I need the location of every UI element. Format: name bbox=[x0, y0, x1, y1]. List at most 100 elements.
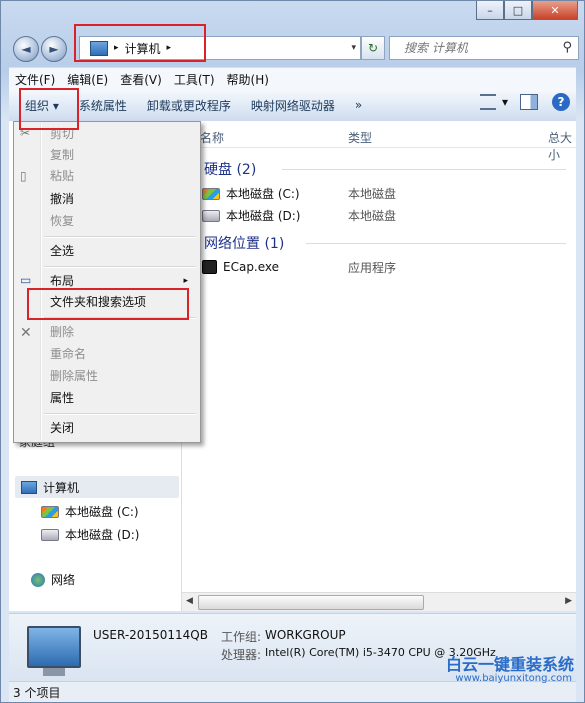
list-item[interactable]: 本地磁盘 (C:) 本地磁盘 bbox=[202, 185, 396, 202]
item-name: ECap.exe bbox=[223, 260, 280, 274]
maximize-button[interactable]: □ bbox=[504, 1, 532, 20]
minimize-button[interactable]: – bbox=[476, 1, 504, 20]
organize-dropdown-menu: ✂ 剪切 复制 ▯ 粘贴 撤消 恢复 全选 ▭ 布局 ▸ 文件夹和搜索选项 ✕ … bbox=[13, 121, 201, 443]
column-total-size[interactable]: 总大小 bbox=[548, 129, 576, 163]
item-name: 本地磁盘 (D:) bbox=[226, 209, 301, 223]
system-properties-button[interactable]: 系统属性 bbox=[69, 93, 137, 117]
menu-item-copy[interactable]: 复制 bbox=[50, 145, 74, 165]
breadcrumb-separator-icon[interactable]: ▸ bbox=[114, 43, 119, 53]
item-type: 本地磁盘 bbox=[348, 187, 397, 201]
nav-drive-d[interactable]: 本地磁盘 (D:) bbox=[41, 526, 139, 543]
address-bar[interactable]: ▸ 计算机 ▸ ▾ bbox=[79, 36, 361, 60]
menu-item-rename[interactable]: 重命名 bbox=[50, 344, 86, 364]
item-type: 本地磁盘 bbox=[348, 209, 397, 223]
nav-network[interactable]: 网络 bbox=[31, 571, 75, 588]
group-header-network[interactable]: 网络位置 (1) bbox=[204, 233, 284, 253]
nav-drive-d-label: 本地磁盘 (D:) bbox=[65, 528, 140, 542]
list-item[interactable]: ECap.exe 应用程序 bbox=[202, 260, 396, 275]
view-icon[interactable] bbox=[479, 94, 496, 110]
map-network-drive-button[interactable]: 映射网络驱动器 bbox=[241, 93, 345, 117]
refresh-button[interactable]: ↻ bbox=[361, 36, 385, 60]
workgroup-label: 工作组: bbox=[221, 630, 262, 644]
drive-icon bbox=[41, 528, 59, 541]
menu-item-undo[interactable]: 撤消 bbox=[50, 189, 74, 209]
nav-computer-label: 计算机 bbox=[43, 480, 80, 495]
menu-item-close[interactable]: 关闭 bbox=[50, 418, 74, 438]
menu-bar: 文件(F) 编辑(E) 查看(V) 工具(T) 帮助(H) bbox=[9, 67, 576, 90]
search-input[interactable] bbox=[402, 40, 566, 56]
back-arrow-icon: ◄ bbox=[21, 42, 31, 56]
scrollbar-thumb[interactable] bbox=[198, 595, 424, 610]
menu-separator bbox=[44, 413, 196, 415]
menu-item-properties[interactable]: 属性 bbox=[50, 388, 74, 408]
menu-item-cut[interactable]: 剪切 bbox=[50, 124, 74, 144]
breadcrumb-separator-icon[interactable]: ▸ bbox=[167, 43, 172, 53]
menu-file[interactable]: 文件(F) bbox=[9, 71, 61, 88]
computer-icon bbox=[21, 480, 37, 494]
group-divider bbox=[306, 243, 566, 244]
organize-button[interactable]: 组织 ▾ bbox=[15, 93, 69, 117]
item-name: 本地磁盘 (C:) bbox=[226, 187, 300, 201]
drive-icon bbox=[202, 209, 220, 222]
forward-button[interactable]: ► bbox=[41, 36, 67, 62]
column-header: 名称 类型 总大小 bbox=[182, 125, 576, 162]
menu-item-select-all[interactable]: 全选 bbox=[50, 241, 74, 261]
submenu-arrow-icon: ▸ bbox=[183, 276, 188, 286]
computer-large-icon bbox=[27, 626, 81, 676]
column-name[interactable]: 名称 bbox=[200, 129, 224, 146]
group-divider bbox=[282, 169, 566, 170]
watermark-logo: 白云一键重装系统 bbox=[445, 655, 574, 674]
paste-icon: ▯ bbox=[20, 169, 27, 183]
close-button[interactable]: ✕ bbox=[532, 1, 578, 20]
status-bar: 3 个项目 bbox=[9, 681, 576, 702]
menu-help[interactable]: 帮助(H) bbox=[221, 71, 275, 88]
file-list: 名称 类型 总大小 硬盘 (2) 本地磁盘 (C:) 本地磁盘 本地磁盘 (D:… bbox=[182, 121, 576, 611]
command-bar: 组织 ▾ 系统属性 卸载或更改程序 映射网络驱动器 » ▾ ? bbox=[9, 89, 576, 122]
menu-item-remove-properties[interactable]: 删除属性 bbox=[50, 366, 98, 386]
application-icon bbox=[202, 260, 217, 274]
more-commands-button[interactable]: » bbox=[345, 93, 372, 117]
search-box[interactable]: ⚲ bbox=[389, 36, 579, 60]
forward-arrow-icon: ► bbox=[49, 42, 59, 56]
menu-item-layout[interactable]: 布局 ▸ bbox=[50, 271, 196, 291]
group-header-drives[interactable]: 硬盘 (2) bbox=[204, 159, 256, 179]
preview-pane-icon[interactable] bbox=[520, 94, 538, 110]
toolbar-icons: ▾ ? bbox=[479, 93, 576, 111]
navigation-bar: ◄ ► ▸ 计算机 ▸ ▾ ↻ ⚲ bbox=[9, 34, 579, 62]
menu-tools[interactable]: 工具(T) bbox=[168, 71, 221, 88]
menu-item-redo[interactable]: 恢复 bbox=[50, 211, 74, 231]
list-item[interactable]: 本地磁盘 (D:) 本地磁盘 bbox=[202, 207, 396, 224]
system-drive-icon bbox=[41, 505, 59, 518]
uninstall-program-button[interactable]: 卸载或更改程序 bbox=[137, 93, 241, 117]
menu-view[interactable]: 查看(V) bbox=[114, 71, 168, 88]
horizontal-scrollbar[interactable]: ◀ ▶ bbox=[182, 592, 576, 611]
layout-icon: ▭ bbox=[20, 273, 32, 287]
breadcrumb-computer[interactable]: 计算机 bbox=[125, 40, 161, 57]
menu-separator bbox=[44, 317, 196, 319]
back-button[interactable]: ◄ bbox=[13, 36, 39, 62]
explorer-window: – □ ✕ ◄ ► ▸ 计算机 ▸ ▾ ↻ ⚲ 文件(F) 编辑(E) 查看(V… bbox=[0, 0, 585, 703]
nav-computer[interactable]: 计算机 bbox=[15, 476, 179, 498]
nav-network-label: 网络 bbox=[51, 573, 76, 587]
view-dropdown-icon[interactable]: ▾ bbox=[502, 95, 508, 109]
cut-icon: ✂ bbox=[20, 126, 31, 140]
network-icon bbox=[31, 572, 45, 587]
scroll-right-icon[interactable]: ▶ bbox=[565, 596, 572, 606]
system-drive-icon bbox=[202, 187, 220, 200]
nav-drive-c[interactable]: 本地磁盘 (C:) bbox=[41, 503, 139, 520]
menu-item-paste[interactable]: 粘贴 bbox=[50, 166, 74, 186]
computer-name: USER-20150114QB bbox=[93, 628, 208, 642]
menu-gutter bbox=[40, 124, 42, 440]
column-type[interactable]: 类型 bbox=[348, 129, 372, 146]
menu-item-folder-search-options[interactable]: 文件夹和搜索选项 bbox=[50, 292, 146, 312]
menu-separator bbox=[44, 266, 196, 268]
watermark-url: www.baiyunxitong.com bbox=[455, 673, 572, 684]
menu-item-delete[interactable]: 删除 bbox=[50, 322, 74, 342]
scroll-left-icon[interactable]: ◀ bbox=[186, 596, 193, 606]
search-icon[interactable]: ⚲ bbox=[562, 40, 572, 55]
caption-buttons: – □ ✕ bbox=[476, 1, 578, 20]
menu-item-layout-label: 布局 bbox=[50, 274, 75, 288]
address-dropdown-icon[interactable]: ▾ bbox=[351, 43, 356, 53]
menu-edit[interactable]: 编辑(E) bbox=[61, 71, 114, 88]
help-icon[interactable]: ? bbox=[552, 93, 570, 111]
